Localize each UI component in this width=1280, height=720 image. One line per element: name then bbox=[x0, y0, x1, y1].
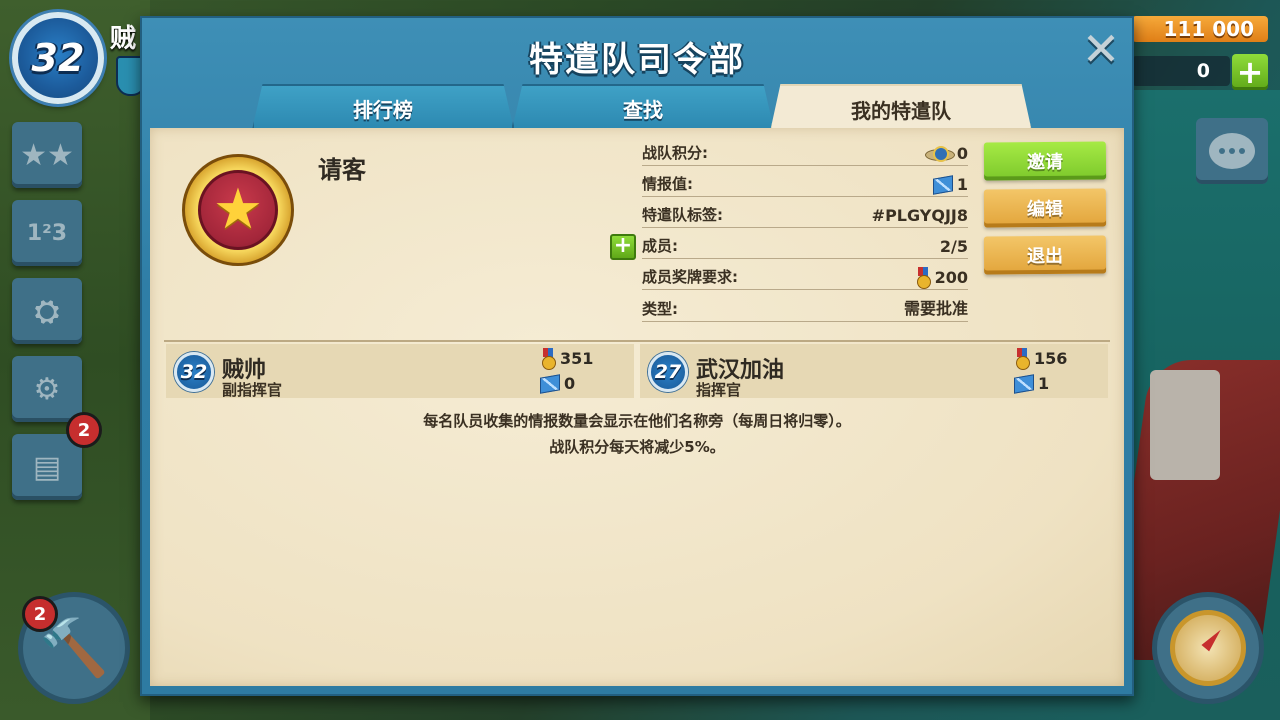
stat-label: 情报值: bbox=[642, 175, 693, 193]
stat-value: 200 bbox=[934, 267, 968, 287]
stat-label: 类型: bbox=[642, 300, 678, 318]
intel-icon bbox=[540, 373, 560, 394]
divider bbox=[164, 340, 1110, 342]
gold-counter: 111 000 bbox=[1132, 16, 1268, 42]
leave-button[interactable]: 退出 bbox=[983, 235, 1107, 275]
medal-icon bbox=[540, 348, 556, 370]
taskforce-name: 请客 bbox=[318, 156, 366, 184]
member-role: 副指挥官 bbox=[222, 381, 283, 399]
gear-icon: ⚙ bbox=[33, 371, 61, 407]
buy-diamonds-button[interactable]: + bbox=[1232, 54, 1268, 90]
add-member-button[interactable]: + bbox=[610, 234, 636, 260]
stat-row-tag: 特遣队标签: #PLGYQJJ8 bbox=[642, 204, 968, 228]
wings-icon bbox=[924, 145, 955, 162]
build-notification-badge: 2 bbox=[22, 596, 58, 632]
chat-button[interactable] bbox=[1196, 118, 1268, 184]
info-note-points: 战队积分每天将减少5%。 bbox=[549, 438, 725, 456]
stat-value: 2/5 bbox=[939, 237, 968, 256]
chat-bubble-icon bbox=[1209, 133, 1255, 169]
edit-button[interactable]: 编辑 bbox=[983, 188, 1107, 228]
close-button[interactable]: ✕ bbox=[1080, 26, 1122, 72]
star-menu-button[interactable]: ★★ bbox=[12, 122, 82, 188]
stat-row-intel: 情报值: 1 bbox=[642, 173, 968, 197]
stat-row-type: 类型: 需要批准 bbox=[642, 298, 968, 322]
stat-value: 0 bbox=[956, 144, 968, 163]
member-card[interactable]: 32 贼帅 副指挥官 351 0 bbox=[166, 344, 634, 399]
info-note-intel: 每名队员收集的情报数量会显示在他们名称旁（每周日将归零）。 bbox=[423, 412, 851, 430]
taskforce-hq-panel: 特遣队司令部 ✕ 排行榜 查找 我的特遣队 ★ 请客 战队积分: 0 情报值: … bbox=[140, 16, 1134, 696]
stat-row-points: 战队积分: 0 bbox=[642, 142, 968, 166]
news-notification-badge: 2 bbox=[66, 412, 102, 448]
tab-search[interactable]: 查找 bbox=[512, 84, 774, 130]
member-medals: 156 bbox=[1014, 348, 1068, 370]
stat-label: 成员奖牌要求: bbox=[642, 268, 738, 286]
medal-icon bbox=[1014, 348, 1030, 370]
member-medals-value: 351 bbox=[560, 348, 594, 368]
taskforce-emblem: ★ bbox=[172, 150, 304, 274]
compass-icon bbox=[1170, 610, 1246, 686]
stat-row-members: 成员: 2/5 bbox=[642, 235, 968, 259]
news-button[interactable]: ▤ bbox=[12, 434, 82, 500]
intel-icon bbox=[1014, 373, 1034, 394]
member-level-badge: 32 bbox=[174, 352, 214, 392]
panel-title: 特遣队司令部 bbox=[529, 40, 745, 80]
podium-icon: 1²3 bbox=[26, 220, 68, 246]
member-medals-value: 156 bbox=[1034, 348, 1068, 368]
stat-label: 成员: bbox=[642, 237, 678, 255]
member-medals: 351 bbox=[540, 348, 594, 370]
tab-leaderboard[interactable]: 排行榜 bbox=[252, 84, 514, 130]
invite-button[interactable]: 邀请 bbox=[983, 141, 1107, 181]
player-name: 贼 bbox=[110, 24, 137, 54]
stat-value: 1 bbox=[956, 175, 968, 194]
battleship-deck bbox=[1150, 370, 1220, 480]
stat-label: 战队积分: bbox=[642, 144, 708, 162]
medal-icon bbox=[915, 267, 931, 289]
member-intel-value: 1 bbox=[1038, 374, 1050, 393]
map-compass-button[interactable] bbox=[1152, 592, 1264, 704]
member-level-badge: 27 bbox=[648, 352, 688, 392]
member-card[interactable]: 27 武汉加油 指挥官 156 1 bbox=[640, 344, 1108, 399]
stat-row-medal-requirement: 成员奖牌要求: 200 bbox=[642, 266, 968, 290]
newspaper-icon: ▤ bbox=[32, 449, 62, 485]
member-intel-value: 0 bbox=[564, 374, 576, 393]
stars-icon: ★★ bbox=[20, 137, 74, 173]
stat-label: 特遣队标签: bbox=[642, 206, 723, 224]
taskforce-button[interactable]: ⛭ bbox=[12, 278, 82, 344]
diamond-counter: 0 bbox=[1132, 56, 1230, 86]
network-icon: ⛭ bbox=[35, 293, 59, 329]
settings-button[interactable]: ⚙ bbox=[12, 356, 82, 422]
intel-icon bbox=[932, 174, 953, 195]
member-intel: 0 bbox=[540, 373, 576, 394]
star-icon: ★ bbox=[198, 170, 278, 250]
member-intel: 1 bbox=[1014, 373, 1050, 394]
member-role: 指挥官 bbox=[696, 381, 742, 399]
stat-value: #PLGYQJJ8 bbox=[871, 206, 968, 225]
leaderboard-button[interactable]: 1²3 bbox=[12, 200, 82, 266]
tab-my-taskforce[interactable]: 我的特遣队 bbox=[770, 84, 1032, 132]
taskforce-details-sheet: ★ 请客 战队积分: 0 情报值: 1 特遣队标签: #PLGYQJJ8 + 成… bbox=[150, 128, 1124, 686]
player-level-badge[interactable]: 32 bbox=[12, 12, 104, 104]
stat-value: 需要批准 bbox=[903, 299, 968, 318]
